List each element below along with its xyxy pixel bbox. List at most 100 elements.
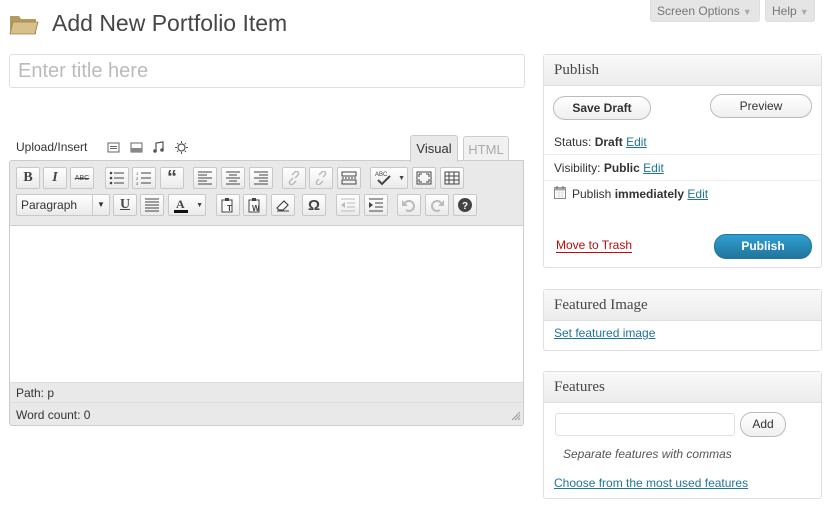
set-featured-image-link[interactable]: Set featured image — [554, 326, 655, 340]
special-character-button[interactable]: Ω — [302, 194, 326, 216]
chevron-down-icon: ▼ — [799, 7, 809, 17]
tab-html[interactable]: HTML — [463, 136, 509, 160]
add-video-icon[interactable] — [130, 141, 143, 154]
svg-text:W: W — [252, 204, 260, 213]
svg-text:ABC: ABC — [375, 172, 388, 178]
add-media-icon[interactable] — [175, 141, 188, 154]
align-center-icon — [226, 171, 240, 185]
publish-box: Publish Save Draft Preview Status: Draft… — [543, 54, 822, 268]
justify-icon — [145, 198, 159, 212]
visibility-label: Visibility: — [554, 161, 601, 175]
schedule-row: Publish immediately Edit — [572, 187, 708, 201]
features-title: Features — [544, 372, 821, 403]
fullscreen-icon — [416, 171, 432, 185]
tab-visual[interactable]: Visual — [410, 135, 458, 162]
redo-button[interactable] — [425, 194, 449, 216]
preview-button[interactable]: Preview — [710, 94, 812, 118]
bullet-list-button[interactable] — [105, 167, 129, 189]
unlink-button[interactable] — [309, 167, 333, 189]
word-count: Word count: 0 — [16, 408, 91, 422]
screen-options-label: Screen Options — [657, 4, 740, 18]
help-icon: ? — [458, 198, 472, 212]
spellcheck-icon: ABC — [375, 172, 391, 186]
schedule-value: immediately — [614, 187, 685, 201]
editor: B I ABC 123 “ ABC ▼ Paragraph ▼ U A ▼ T … — [9, 160, 524, 426]
more-tag-icon — [341, 171, 357, 185]
bullet-list-icon — [109, 171, 124, 185]
unlink-icon — [315, 171, 327, 185]
outdent-button[interactable] — [336, 194, 360, 216]
undo-icon — [402, 200, 415, 212]
outdent-icon — [341, 198, 355, 212]
edit-schedule-link[interactable]: Edit — [687, 187, 708, 201]
kitchen-sink-icon — [444, 171, 460, 185]
spellcheck-button[interactable]: ABC ▼ — [370, 167, 408, 189]
add-feature-button[interactable]: Add — [740, 412, 786, 437]
insert-more-button[interactable] — [337, 167, 361, 189]
visibility-value: Public — [603, 161, 640, 175]
features-hint: Separate features with commas — [563, 447, 732, 461]
eraser-icon — [276, 200, 289, 212]
remove-format-button[interactable] — [271, 194, 295, 216]
format-select[interactable]: Paragraph ▼ — [16, 194, 110, 216]
chevron-down-icon: ▼ — [196, 201, 203, 209]
svg-text:?: ? — [462, 201, 468, 212]
insert-link-button[interactable] — [282, 167, 306, 189]
editor-path: Path: p — [16, 386, 55, 400]
featured-image-box: Featured Image Set featured image — [543, 289, 822, 351]
indent-icon — [369, 198, 383, 212]
resize-handle-icon[interactable] — [511, 411, 521, 421]
underline-button[interactable]: U — [113, 194, 137, 216]
status-label: Status: — [554, 135, 592, 149]
status-row: Status: Draft Edit — [554, 135, 647, 149]
title-input[interactable]: Enter title here — [9, 54, 525, 88]
status-value: Draft — [594, 135, 623, 149]
align-right-icon — [254, 171, 268, 185]
italic-button[interactable]: I — [43, 167, 67, 189]
edit-status-link[interactable]: Edit — [626, 135, 647, 149]
chevron-down-icon: ▼ — [92, 195, 109, 215]
align-center-button[interactable] — [221, 167, 245, 189]
undo-button[interactable] — [397, 194, 421, 216]
numbered-list-button[interactable]: 123 — [132, 167, 156, 189]
choose-most-used-features-link[interactable]: Choose from the most used features — [554, 476, 748, 490]
publish-button[interactable]: Publish — [714, 234, 812, 259]
blockquote-button[interactable]: “ — [160, 167, 184, 189]
edit-visibility-link[interactable]: Edit — [643, 161, 664, 175]
add-audio-icon[interactable] — [152, 141, 165, 154]
indent-button[interactable] — [364, 194, 388, 216]
svg-text:A: A — [176, 197, 185, 211]
align-left-button[interactable] — [193, 167, 217, 189]
kitchen-sink-button[interactable] — [440, 167, 464, 189]
justify-button[interactable] — [140, 194, 164, 216]
add-image-icon[interactable] — [107, 141, 120, 154]
paste-word-button[interactable]: W — [243, 194, 267, 216]
svg-text:3: 3 — [136, 181, 139, 185]
folder-icon — [9, 16, 39, 35]
bold-button[interactable]: B — [16, 167, 40, 189]
format-select-value: Paragraph — [21, 198, 78, 212]
redo-icon — [431, 200, 444, 212]
paste-text-button[interactable]: T — [216, 194, 240, 216]
help-shortcuts-button[interactable]: ? — [453, 194, 477, 216]
strikethrough-button[interactable]: ABC — [70, 167, 94, 189]
move-to-trash-link[interactable]: Move to Trash — [556, 238, 633, 253]
editor-content-area[interactable] — [10, 225, 523, 383]
calendar-icon — [554, 186, 566, 199]
help-button[interactable]: Help ▼ — [765, 0, 815, 22]
page-title: Add New Portfolio Item — [52, 10, 288, 36]
visibility-row: Visibility: Public Edit — [554, 161, 664, 175]
text-color-button[interactable]: A ▼ — [168, 194, 206, 216]
feature-input[interactable] — [555, 413, 735, 436]
publish-box-title: Publish — [544, 55, 821, 86]
text-color-icon: A — [174, 197, 188, 213]
chevron-down-icon: ▼ — [742, 7, 752, 17]
featured-image-title: Featured Image — [544, 290, 821, 321]
chevron-down-icon: ▼ — [398, 174, 405, 182]
help-label: Help — [772, 4, 797, 18]
screen-options-button[interactable]: Screen Options ▼ — [650, 0, 760, 22]
fullscreen-button[interactable] — [412, 167, 436, 189]
save-draft-button[interactable]: Save Draft — [553, 96, 651, 120]
align-right-button[interactable] — [249, 167, 273, 189]
features-box: Features Add Separate features with comm… — [543, 371, 822, 499]
